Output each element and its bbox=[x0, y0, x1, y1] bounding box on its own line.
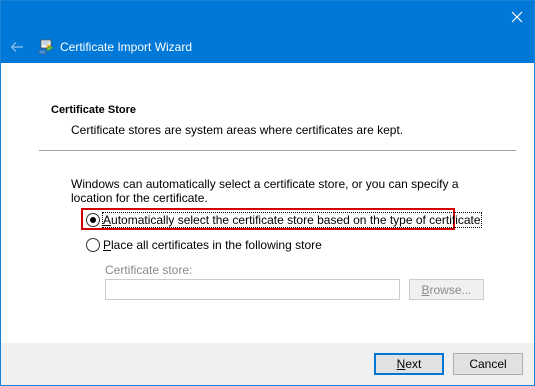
close-icon[interactable] bbox=[504, 4, 530, 30]
certificate-store-label: Certificate store: bbox=[105, 263, 193, 277]
next-button[interactable]: Next bbox=[374, 353, 444, 375]
mnemonic-letter: A bbox=[103, 213, 112, 227]
back-arrow-icon[interactable] bbox=[7, 37, 27, 57]
section-title: Certificate Store bbox=[51, 104, 136, 116]
mnemonic-letter: N bbox=[396, 357, 406, 371]
radio-label-text: lace all certificates in the following s… bbox=[111, 238, 322, 252]
wizard-title: Certificate Import Wizard bbox=[60, 40, 193, 54]
wizard-header: Certificate Import Wizard bbox=[1, 33, 534, 63]
radio-manual-label[interactable]: Place all certificates in the following … bbox=[103, 238, 322, 252]
certificate-store-input[interactable] bbox=[105, 279, 400, 300]
cancel-button[interactable]: Cancel bbox=[453, 353, 523, 375]
browse-label: rowse... bbox=[429, 282, 472, 297]
browse-button[interactable]: Browse... bbox=[409, 279, 484, 300]
radio-button-unchecked[interactable] bbox=[86, 238, 100, 252]
next-label: ext bbox=[405, 357, 422, 371]
radio-automatic-label[interactable]: Automatically select the certificate sto… bbox=[102, 212, 482, 228]
radio-automatic-store[interactable]: Automatically select the certificate sto… bbox=[86, 211, 482, 229]
radio-manual-store[interactable]: Place all certificates in the following … bbox=[86, 236, 322, 254]
section-description: Certificate stores are system areas wher… bbox=[71, 123, 404, 137]
radio-button-checked[interactable] bbox=[86, 213, 100, 227]
divider bbox=[39, 150, 516, 151]
radio-label-text: utomatically select the certificate stor… bbox=[111, 213, 481, 227]
info-text: Windows can automatically select a certi… bbox=[71, 177, 459, 205]
window-titlebar bbox=[1, 1, 534, 33]
mnemonic-letter: P bbox=[103, 238, 112, 252]
certificate-wizard-icon bbox=[37, 38, 55, 56]
mnemonic-letter: B bbox=[421, 282, 430, 297]
certificate-import-wizard-window: Certificate Import Wizard Certificate St… bbox=[0, 0, 535, 386]
